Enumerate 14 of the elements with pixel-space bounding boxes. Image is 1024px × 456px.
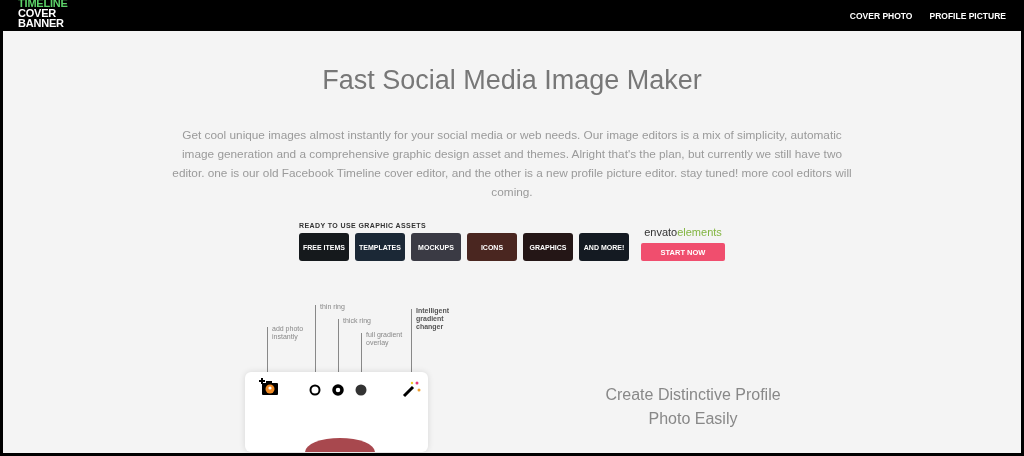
- page-title: Fast Social Media Image Maker: [322, 65, 702, 96]
- feature-heading: Create Distinctive Profile Photo Easily: [604, 385, 782, 429]
- thin-ring-icon[interactable]: [309, 384, 321, 396]
- logo-text[interactable]: COVER: [18, 7, 68, 18]
- logo-text[interactable]: BANNER: [18, 17, 68, 28]
- filled-circle-icon[interactable]: [355, 384, 367, 396]
- intro-paragraph: Get cool unique images almost instantly for your social media or web needs. Our image editors is a mix of simplicity, automatic image generation and a comprehensive graphic design asset and themes. Alright that's the plan, but currently we still have two editor. one is our old Facebook Timeline cover editor, and the other is a new profile picture editor. stay tuned! more cool editors will coming.: [172, 127, 852, 201]
- add-photo-camera-icon[interactable]: [258, 377, 280, 397]
- nav-link[interactable]: PROFILE PICTURE: [929, 10, 1006, 21]
- thick-ring-icon[interactable]: [332, 384, 344, 396]
- magic-wand-icon[interactable]: [402, 380, 422, 398]
- nav-link[interactable]: COVER PHOTO: [849, 10, 913, 21]
- brand-logo[interactable]: envatoelements: [644, 226, 722, 238]
- profile-photo-preview: [305, 438, 375, 452]
